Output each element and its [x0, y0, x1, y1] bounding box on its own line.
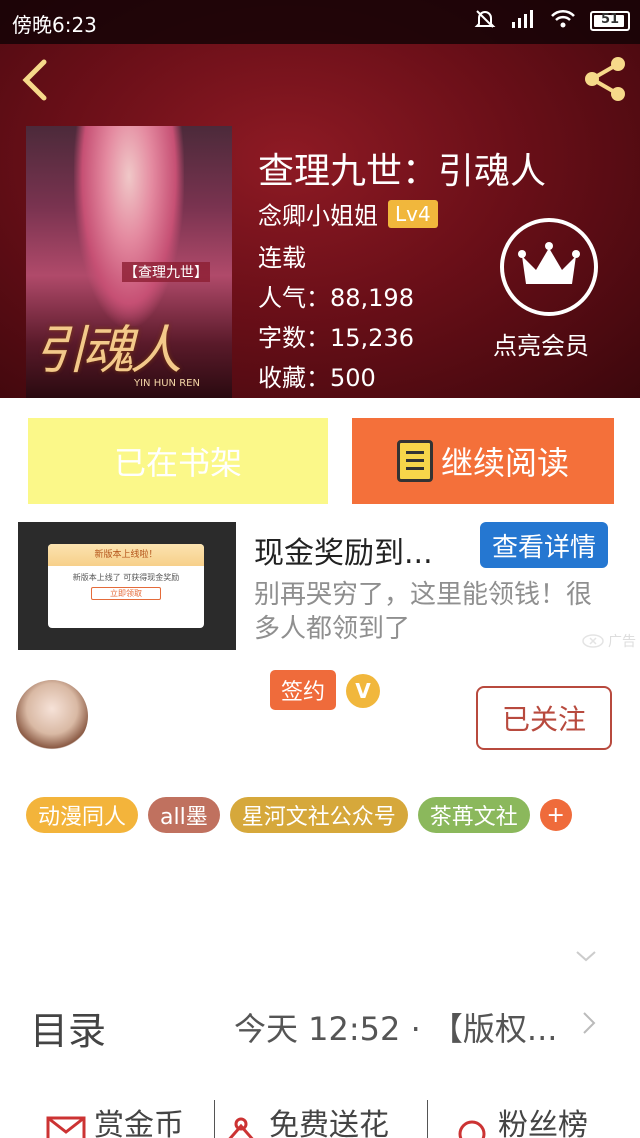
membership-button[interactable]	[500, 218, 598, 316]
follow-button[interactable]: 已关注	[476, 686, 612, 750]
fans-ranking-label: 粉丝榜	[498, 1108, 588, 1138]
chevron-right-icon[interactable]	[580, 1010, 598, 1040]
battery-icon: 51	[590, 11, 630, 31]
author-level-badge: Lv4	[388, 199, 438, 228]
tag-item[interactable]: 茶苒文社	[417, 797, 530, 833]
ad-card-button: 立即领取	[91, 587, 161, 600]
book-header: 傍晚6:23 51 【查理九世】 引魂人 YIN HUN REN 查理九世：引魂…	[0, 0, 640, 398]
ad-card-text: 新版本上线了 可获得现金奖励	[72, 573, 180, 582]
ad-title[interactable]: 现金奖励到...	[254, 528, 433, 572]
author-name[interactable]: 念卿小姐姐	[258, 196, 378, 231]
on-shelf-label: 已在书架	[113, 444, 242, 482]
author-row: 念卿小姐姐 Lv4	[258, 196, 438, 231]
cover-pinyin: YIN HUN REN	[134, 378, 200, 389]
author-avatar[interactable]	[16, 680, 88, 752]
flower-icon	[228, 1117, 254, 1138]
tag-item[interactable]: 动漫同人	[26, 797, 139, 833]
divider	[427, 1100, 428, 1138]
cover-title-art: 引魂人	[34, 321, 182, 381]
on-shelf-button[interactable]: 已在书架	[28, 418, 328, 504]
battery-level: 51	[600, 12, 620, 27]
ad-image[interactable]: 新版本上线啦！ 新版本上线了 可获得现金奖励 立即领取	[18, 522, 236, 650]
tag-item[interactable]: all墨	[148, 797, 220, 833]
crown-icon	[518, 242, 580, 284]
ranking-icon	[458, 1120, 486, 1138]
ad-label-text: 广告	[608, 634, 636, 650]
tag-item[interactable]: 星河文社公众号	[229, 797, 408, 833]
verified-badge: V	[346, 674, 380, 708]
close-icon[interactable]	[582, 634, 604, 648]
chevron-down-icon[interactable]	[574, 948, 598, 968]
status-bar: 傍晚6:23 51	[0, 0, 640, 44]
ad-card: 新版本上线啦！ 新版本上线了 可获得现金奖励 立即领取	[48, 544, 204, 628]
reward-coins-button[interactable]: 赏金币	[0, 1100, 208, 1138]
cover-subtitle: 【查理九世】	[122, 262, 210, 282]
signed-badge: 签约	[270, 670, 336, 710]
add-tag-button[interactable]: +	[539, 799, 572, 831]
continue-reading-button[interactable]: 继续阅读	[352, 418, 614, 504]
mute-bell-icon	[474, 8, 496, 34]
latest-chapter[interactable]: 今天 12:52 · 【版权...	[234, 1004, 557, 1050]
reward-coins-label: 赏金币	[94, 1108, 184, 1138]
signal-icon	[510, 8, 536, 34]
back-button[interactable]	[16, 56, 56, 104]
send-flowers-button[interactable]: 免费送花	[221, 1100, 421, 1138]
book-icon	[396, 440, 433, 482]
toc-label[interactable]: 目录	[30, 1000, 106, 1055]
ad-detail-label: 查看详情	[491, 532, 596, 563]
popularity: 人气：88,198	[258, 284, 414, 312]
status-time: 傍晚6:23	[12, 13, 97, 37]
book-cover[interactable]: 【查理九世】 引魂人 YIN HUN REN	[26, 126, 232, 398]
status-icons: 51	[474, 8, 630, 34]
ad-label: 广告	[524, 628, 640, 654]
envelope-icon	[46, 1116, 86, 1138]
fans-ranking-button[interactable]: 粉丝榜	[434, 1100, 634, 1138]
bottom-action-bar: 赏金币 免费送花 粉丝榜	[0, 1100, 640, 1138]
continue-reading-label: 继续阅读	[440, 444, 569, 482]
send-flowers-label: 免费送花	[269, 1108, 389, 1138]
share-button[interactable]	[580, 54, 630, 104]
membership-label[interactable]: 点亮会员	[493, 326, 589, 361]
divider	[214, 1100, 215, 1138]
favorites-count: 收藏：500	[258, 364, 376, 392]
word-count: 字数：15,236	[258, 324, 414, 352]
book-title: 查理九世：引魂人	[258, 151, 547, 192]
cover-illustration	[74, 126, 184, 326]
serial-status: 连载	[258, 244, 306, 272]
follow-label: 已关注	[501, 703, 586, 736]
ad-card-title: 新版本上线啦！	[48, 544, 204, 566]
ad-detail-button[interactable]: 查看详情	[480, 522, 608, 568]
tag-list: 动漫同人 all墨 星河文社公众号 茶苒文社 +	[26, 797, 572, 833]
wifi-icon	[550, 8, 576, 34]
